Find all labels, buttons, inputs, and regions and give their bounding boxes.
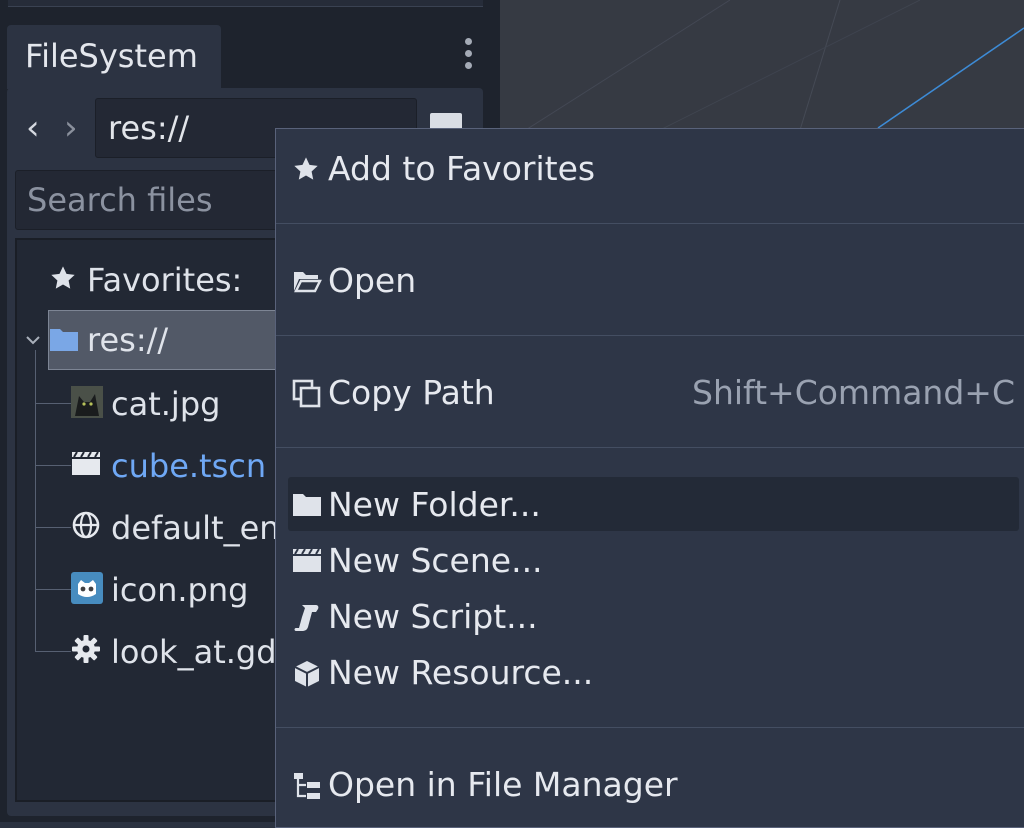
back-arrow-icon[interactable]: ‹ [26, 108, 40, 148]
tab-filesystem-label: FileSystem [25, 37, 198, 75]
environment-globe-icon [72, 511, 100, 539]
menu-item-open-in-file-manager[interactable]: Open in File Manager [276, 757, 1024, 813]
image-thumbnail-icon [71, 386, 103, 418]
tree-guide-branch [35, 527, 71, 528]
cube-icon [294, 661, 320, 687]
menu-item-label: Add to Favorites [328, 149, 596, 188]
menu-item-new-resource[interactable]: New Resource... [276, 645, 1024, 701]
menu-separator [276, 447, 1024, 448]
tree-guide-branch [35, 403, 71, 404]
folder-icon [293, 494, 321, 516]
file-name: icon.png [111, 571, 249, 609]
root-label: res:// [87, 321, 169, 359]
script-icon [294, 605, 319, 631]
dock-options-kebab-icon[interactable] [458, 38, 478, 74]
star-icon [294, 157, 318, 180]
search-files-placeholder: Search files [27, 181, 213, 219]
menu-item-label: New Scene... [328, 541, 543, 580]
forward-arrow-icon[interactable]: › [64, 108, 78, 148]
menu-item-label: New Script... [328, 597, 538, 636]
menu-item-label: Open in File Manager [328, 765, 678, 804]
menu-item-add-to-favorites[interactable]: Add to Favorites [276, 141, 1024, 197]
star-icon [51, 266, 75, 289]
menu-item-new-script[interactable]: New Script... [276, 589, 1024, 645]
godot-logo-icon [71, 572, 103, 604]
dock-top-strip [8, 0, 483, 7]
copy-icon [292, 379, 321, 408]
folder-open-icon [294, 272, 322, 293]
search-files-input[interactable]: Search files [15, 170, 305, 230]
menu-item-new-folder[interactable]: New Folder... [276, 477, 1024, 533]
file-tree-icon [294, 773, 320, 799]
menu-item-label: Copy Path [328, 373, 495, 412]
file-name: look_at.gd [111, 633, 277, 671]
menu-item-open[interactable]: Open [276, 253, 1024, 309]
tree-guide-branch [35, 589, 71, 590]
clapper-icon [293, 548, 321, 572]
favorites-label: Favorites: [87, 261, 243, 299]
tree-guide-branch [35, 651, 71, 652]
scene-clapper-icon [72, 451, 100, 475]
menu-item-label: New Resource... [328, 653, 594, 692]
menu-item-copy-path[interactable]: Copy Path Shift+Command+C [276, 365, 1024, 421]
menu-item-label: New Folder... [328, 485, 541, 524]
folder-icon [50, 329, 78, 351]
file-name: cat.jpg [111, 385, 221, 423]
menu-item-new-scene[interactable]: New Scene... [276, 533, 1024, 589]
menu-item-label: Open [328, 261, 417, 300]
file-name: cube.tscn [111, 447, 267, 485]
menu-separator [276, 335, 1024, 336]
tree-guide-line [35, 350, 36, 652]
menu-separator [276, 223, 1024, 224]
path-input-value: res:// [108, 109, 190, 147]
gear-script-icon [72, 635, 100, 663]
context-menu: Add to Favorites Open Copy Path Shift+Co… [275, 128, 1024, 828]
menu-separator [276, 727, 1024, 728]
tree-guide-branch [35, 465, 71, 466]
menu-item-shortcut: Shift+Command+C [692, 373, 1015, 412]
chevron-down-icon[interactable] [25, 334, 41, 346]
